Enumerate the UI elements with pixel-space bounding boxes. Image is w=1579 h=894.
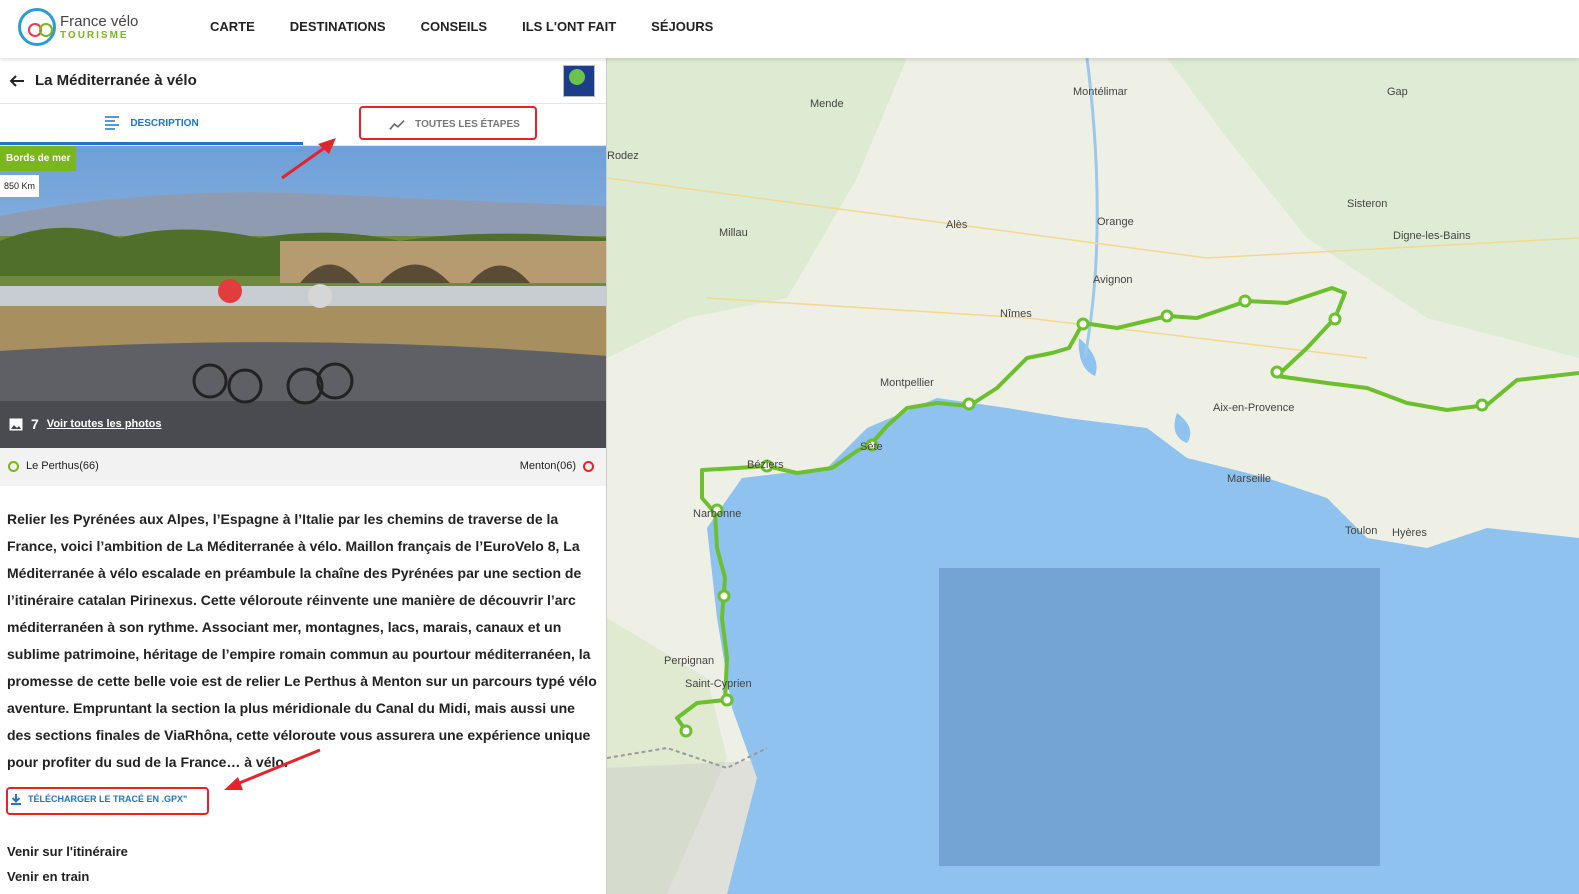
city-label: Rodez <box>607 150 639 162</box>
highlight-box-gpx <box>6 787 209 815</box>
route-panel: La Méditerranée à vélo DESCRIPTION TOUTE… <box>0 58 607 894</box>
end-point: Menton(06) <box>520 460 594 472</box>
city-label: Mende <box>810 98 844 110</box>
nav-item-destinations[interactable]: DESTINATIONS <box>290 19 386 34</box>
route-tabs: DESCRIPTION TOUTES LES ÉTAPES <box>0 104 606 146</box>
city-label: Marseille <box>1227 473 1271 485</box>
city-label: Sète <box>860 441 883 453</box>
site-logo[interactable]: France vélo TOURISME <box>18 8 138 46</box>
start-end-bar: Le Perthus(66) Menton(06) <box>0 448 606 486</box>
photo-count: 7 <box>31 416 39 432</box>
city-label: Nîmes <box>1000 308 1032 320</box>
city-label: Sisteron <box>1347 198 1387 210</box>
end-dot-icon <box>583 460 594 472</box>
city-label: Hyères <box>1392 527 1427 539</box>
city-label: Toulon <box>1345 525 1377 537</box>
map-view[interactable]: Mende Montélimar Gap Rodez Millau Alès O… <box>607 58 1579 894</box>
city-label: Digne-les-Bains <box>1393 230 1471 242</box>
main-nav: CARTE DESTINATIONS CONSEILS ILS L'ONT FA… <box>210 19 713 34</box>
nav-item-conseils[interactable]: CONSEILS <box>421 19 487 34</box>
image-icon <box>9 418 23 430</box>
tab-description[interactable]: DESCRIPTION <box>0 104 303 145</box>
logo-sub-text: TOURISME <box>60 29 129 41</box>
start-point: Le Perthus(66) <box>8 460 99 472</box>
city-label: Perpignan <box>664 655 714 667</box>
city-label: Aix-en-Provence <box>1213 402 1294 414</box>
nav-item-sejours[interactable]: SÉJOURS <box>651 19 713 34</box>
start-label: Le Perthus(66) <box>26 460 99 472</box>
highlight-box-stages <box>359 106 537 140</box>
city-label: Gap <box>1387 86 1408 98</box>
tab-description-label: DESCRIPTION <box>130 117 199 129</box>
city-label: Montélimar <box>1073 86 1128 98</box>
link-come-train[interactable]: Venir en train <box>7 869 89 884</box>
label-badge-image <box>563 65 595 97</box>
distance-badge: 850 Km <box>0 175 40 197</box>
city-label: Millau <box>719 227 748 239</box>
nav-item-carte[interactable]: CARTE <box>210 19 255 34</box>
city-label: Avignon <box>1093 274 1133 286</box>
route-description: Relier les Pyrénées aux Alpes, l’Espagne… <box>7 511 597 770</box>
route-map[interactable]: Mende Montélimar Gap Rodez Millau Alès O… <box>607 58 1579 894</box>
city-label: Saint-Cyprien <box>685 678 752 690</box>
logo-main-text: France vélo <box>60 12 139 30</box>
city-label: Orange <box>1097 216 1134 228</box>
cyclists-bridge-image <box>0 146 606 448</box>
bike-logo-icon <box>18 8 56 46</box>
link-come-itinerary[interactable]: Venir sur l'itinéraire <box>7 844 128 859</box>
back-arrow-icon[interactable] <box>8 72 26 90</box>
route-title-row: La Méditerranée à vélo <box>0 58 606 104</box>
nav-item-ils-lont-fait[interactable]: ILS L'ONT FAIT <box>522 19 616 34</box>
top-bar: France vélo TOURISME CARTE DESTINATIONS … <box>0 0 1579 58</box>
start-dot-icon <box>8 460 19 472</box>
city-label: Montpellier <box>880 377 934 389</box>
see-all-photos-link[interactable]: Voir toutes les photos <box>47 418 162 430</box>
end-label: Menton(06) <box>519 460 576 472</box>
page-title: La Méditerranée à vélo <box>35 72 197 89</box>
category-badge: Bords de mer <box>0 146 77 171</box>
city-label: Béziers <box>747 459 784 471</box>
list-lines-icon <box>105 116 120 130</box>
city-label: Narbonne <box>693 508 741 520</box>
photo-gallery-link[interactable]: 7 Voir toutes les photos <box>9 416 162 432</box>
city-label: Alès <box>946 219 968 231</box>
route-photo[interactable]: Bords de mer 850 Km 7 Voir toutes les ph… <box>0 146 606 448</box>
